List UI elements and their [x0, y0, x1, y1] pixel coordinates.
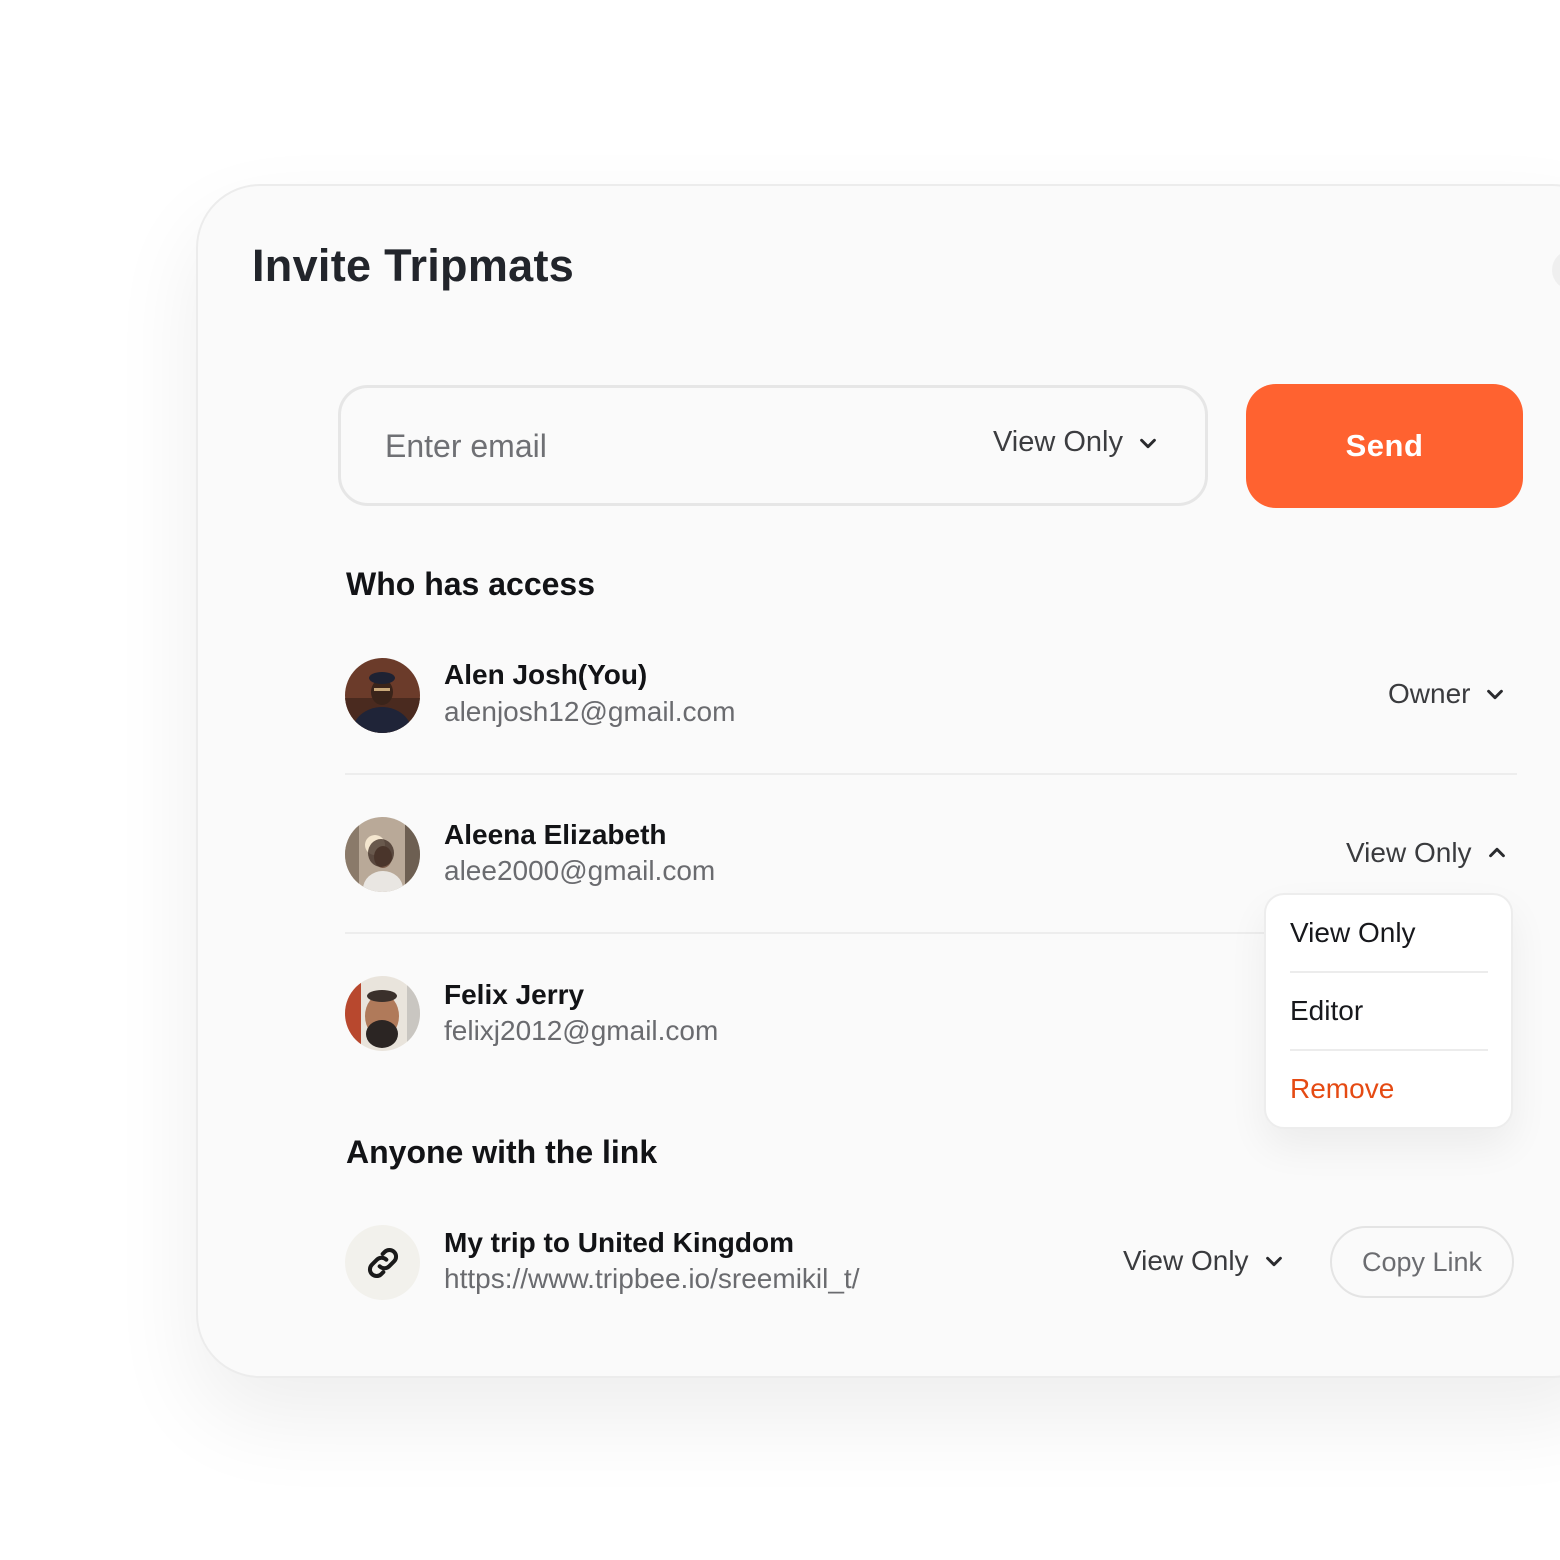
link-permission-label: View Only — [1123, 1245, 1249, 1276]
trip-name: My trip to United Kingdom — [444, 1227, 794, 1258]
who-has-access-heading: Who has access — [346, 566, 595, 602]
trip-url: https://www.tripbee.io/sreemikil_t/ — [444, 1263, 860, 1294]
send-button[interactable]: Send — [1246, 384, 1523, 508]
menu-item-editor[interactable]: Editor — [1290, 995, 1363, 1027]
menu-divider — [1290, 1049, 1488, 1051]
chevron-down-icon — [1140, 438, 1156, 448]
invite-permission-select[interactable]: View Only — [993, 426, 1159, 459]
menu-item-view-only[interactable]: View Only — [1290, 917, 1416, 949]
dialog-title: Invite Tripmats — [252, 240, 575, 291]
invite-dialog — [196, 184, 1560, 1378]
person-email: alenjosh12@gmail.com — [444, 696, 736, 727]
person-email: felixj2012@gmail.com — [444, 1015, 719, 1046]
role-select-owner[interactable]: Owner — [1388, 678, 1506, 710]
email-input[interactable] — [385, 418, 945, 474]
avatar — [345, 658, 420, 733]
avatar — [345, 976, 420, 1051]
divider — [345, 932, 1265, 934]
role-label: Owner — [1388, 678, 1471, 709]
person-name: Aleena Elizabeth — [444, 819, 667, 850]
chevron-down-icon — [1487, 689, 1504, 700]
link-sharing-heading: Anyone with the link — [346, 1134, 658, 1170]
person-name: Alen Josh(You) — [444, 659, 648, 690]
person-email: alee2000@gmail.com — [444, 855, 716, 886]
link-icon — [345, 1225, 420, 1300]
chevron-up-icon — [1488, 847, 1505, 858]
role-dropdown-menu: View Only Editor Remove — [1264, 893, 1513, 1129]
avatar — [345, 817, 420, 892]
menu-divider — [1290, 971, 1488, 973]
invite-permission-label: View Only — [992, 426, 1123, 458]
link-permission-select[interactable]: View Only — [1123, 1245, 1285, 1277]
role-label: View Only — [1346, 837, 1472, 868]
copy-link-button[interactable]: Copy Link — [1330, 1226, 1514, 1298]
person-name: Felix Jerry — [444, 979, 585, 1010]
divider — [345, 773, 1517, 775]
menu-item-remove[interactable]: Remove — [1290, 1073, 1394, 1105]
role-select-view-only[interactable]: View Only — [1346, 837, 1508, 869]
chevron-down-icon — [1265, 1256, 1282, 1267]
email-field: View Only — [338, 385, 1208, 506]
